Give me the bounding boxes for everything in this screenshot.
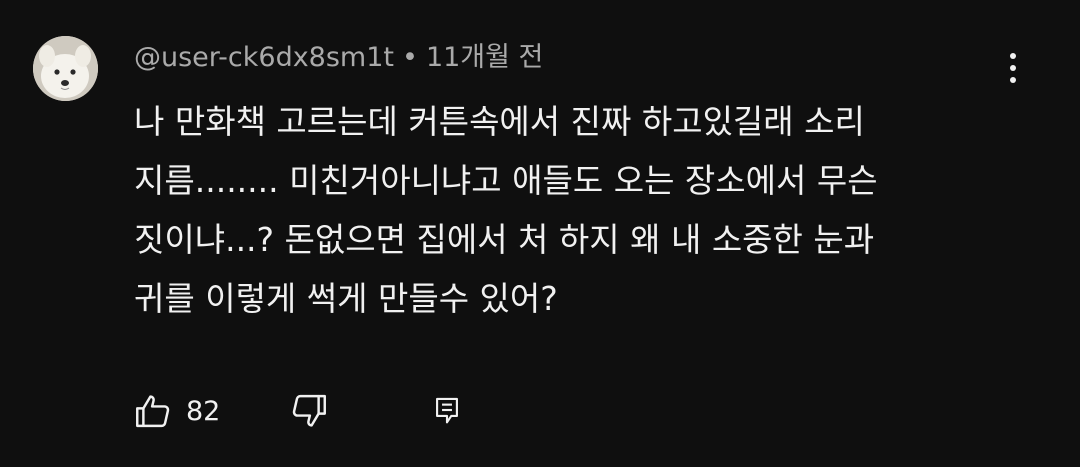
comment-actions: 82 [130,388,530,434]
avatar[interactable] [33,36,98,101]
thumbs-up-icon [136,395,170,428]
comment-item: @user-ck6dx8sm1t • 11개월 전 나 만화책 고르는데 커튼속에서… [0,0,1080,467]
thumbs-down-icon [292,394,326,427]
comment-text-line: 지름........ 미친거아니냐고 애들도 오는 장소에서 무슨 [134,161,878,200]
like-button[interactable]: 82 [132,388,220,434]
comment-timestamp[interactable]: 11개월 전 [426,42,543,73]
more-vertical-icon-dot [1010,77,1016,83]
more-vertical-icon-dot [1010,65,1016,71]
like-count: 82 [186,395,221,427]
comment-text-line: 귀를 이렇게 썩게 만들수 있어? [134,279,558,318]
comment-text: 나 만화책 고르는데 커튼속에서 진짜 하고있길래 소리 지름........ … [134,92,1034,328]
author-name[interactable]: @user-ck6dx8sm1t [134,42,394,73]
comment-text-line: 나 만화책 고르는데 커튼속에서 진짜 하고있길래 소리 [134,102,865,141]
dog-avatar-icon [33,36,98,101]
more-options-button[interactable] [995,48,1031,88]
dislike-button[interactable] [288,388,330,434]
comment-meta: @user-ck6dx8sm1t • 11개월 전 [134,38,543,78]
reply-comment-icon [436,397,458,424]
reply-button[interactable] [430,388,464,434]
meta-separator: • [402,42,418,73]
more-vertical-icon-dot [1010,53,1016,59]
comment-text-line: 짓이냐...? 돈없으면 집에서 처 하지 왜 내 소중한 눈과 [134,220,875,259]
